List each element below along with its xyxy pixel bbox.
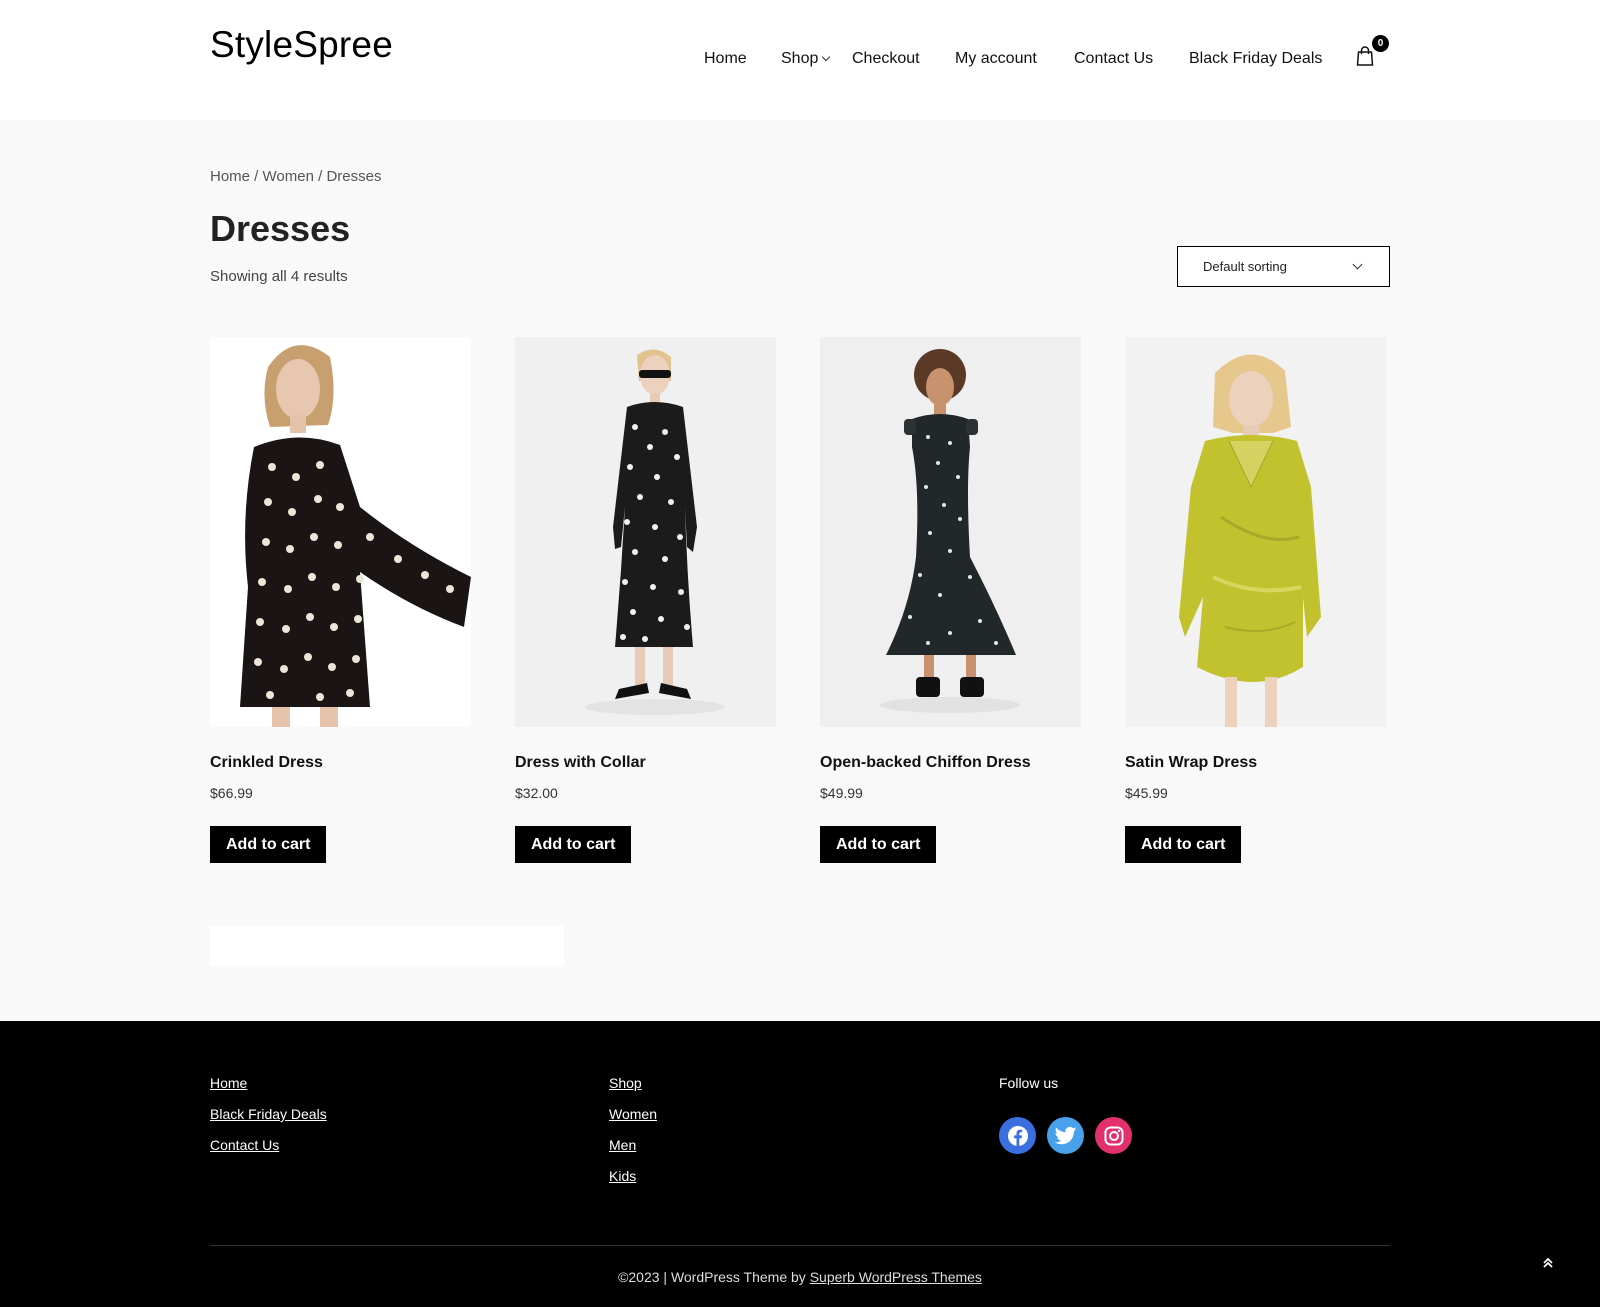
sort-selected-value: Default sorting	[1203, 259, 1287, 274]
nav-item-contact-us[interactable]: Contact Us	[1074, 50, 1153, 68]
nav-label: Checkout	[852, 50, 920, 67]
product-name[interactable]: Open-backed Chiffon Dress	[820, 754, 1031, 772]
twitter-icon	[1054, 1126, 1077, 1144]
product-image[interactable]	[515, 337, 776, 727]
double-chevron-up-icon	[1543, 1257, 1553, 1268]
product-image[interactable]	[210, 337, 471, 727]
product-price: $49.99	[820, 785, 863, 801]
nav-label: Home	[704, 50, 747, 67]
follow-us-label: Follow us	[999, 1075, 1059, 1091]
nav-label: Shop	[781, 50, 819, 67]
product-name[interactable]: Satin Wrap Dress	[1125, 754, 1257, 772]
twitter-link[interactable]	[1047, 1117, 1084, 1154]
empty-widget-area	[210, 926, 564, 966]
nav-item-home[interactable]: Home	[704, 50, 747, 68]
cart-button[interactable]	[1355, 45, 1375, 67]
add-to-cart-button[interactable]: Add to cart	[515, 826, 632, 863]
add-to-cart-button[interactable]: Add to cart	[210, 826, 327, 863]
back-to-top-button[interactable]	[1538, 1253, 1558, 1273]
copyright: ©2023 | WordPress Theme by Superb WordPr…	[0, 1269, 1600, 1285]
product-image[interactable]	[1125, 337, 1386, 727]
nav-item-shop[interactable]: Shop	[781, 50, 831, 68]
footer-link-black-friday-deals[interactable]: Black Friday Deals	[210, 1106, 327, 1123]
result-count: Showing all 4 results	[210, 268, 348, 285]
site-footer: Home Black Friday Deals Contact Us Shop …	[0, 1021, 1600, 1307]
footer-link-women[interactable]: Women	[609, 1106, 657, 1123]
product-price: $32.00	[515, 785, 558, 801]
add-to-cart-button[interactable]: Add to cart	[820, 826, 937, 863]
cart-count-badge: 0	[1372, 35, 1389, 52]
chevron-down-icon	[822, 52, 831, 62]
product-card: Crinkled Dress $66.99 Add to cart	[210, 337, 471, 863]
footer-link-home[interactable]: Home	[210, 1075, 327, 1092]
nav-label: My account	[955, 50, 1037, 67]
copyright-text: ©2023 | WordPress Theme by	[618, 1269, 810, 1285]
nav-label: Black Friday Deals	[1189, 50, 1323, 67]
product-card: Dress with Collar $32.00 Add to cart	[515, 337, 776, 863]
footer-link-shop[interactable]: Shop	[609, 1075, 657, 1092]
footer-link-kids[interactable]: Kids	[609, 1168, 657, 1185]
breadcrumb-separator: /	[250, 168, 263, 185]
shopping-bag-icon	[1356, 46, 1374, 66]
footer-menu-2: Shop Women Men Kids	[609, 1075, 657, 1199]
sort-select[interactable]: Default sorting	[1177, 246, 1390, 287]
breadcrumb-home[interactable]: Home	[210, 168, 250, 185]
nav-item-my-account[interactable]: My account	[955, 50, 1037, 68]
site-header: StyleSpree Home Shop Checkout My account…	[0, 0, 1600, 120]
footer-link-contact-us[interactable]: Contact Us	[210, 1137, 327, 1154]
facebook-link[interactable]	[999, 1117, 1036, 1154]
product-price: $45.99	[1125, 785, 1168, 801]
nav-item-checkout[interactable]: Checkout	[852, 50, 920, 68]
footer-link-men[interactable]: Men	[609, 1137, 657, 1154]
breadcrumb-separator: /	[313, 168, 327, 185]
instagram-icon	[1104, 1126, 1123, 1145]
product-name[interactable]: Dress with Collar	[515, 754, 646, 772]
product-image[interactable]	[820, 337, 1081, 727]
facebook-icon	[1007, 1125, 1028, 1146]
chevron-down-icon	[1352, 259, 1363, 270]
breadcrumb-women[interactable]: Women	[263, 168, 314, 185]
nav-label: Contact Us	[1074, 50, 1154, 67]
breadcrumb: Home / Women / Dresses	[210, 168, 381, 185]
page-title: Dresses	[210, 208, 351, 249]
instagram-link[interactable]	[1095, 1117, 1132, 1154]
product-name[interactable]: Crinkled Dress	[210, 754, 323, 772]
nav-item-black-friday-deals[interactable]: Black Friday Deals	[1189, 50, 1322, 68]
footer-divider	[210, 1245, 1390, 1246]
breadcrumb-current: Dresses	[326, 168, 382, 185]
theme-credit-link[interactable]: Superb WordPress Themes	[810, 1269, 982, 1285]
add-to-cart-button[interactable]: Add to cart	[1125, 826, 1242, 863]
footer-menu-1: Home Black Friday Deals Contact Us	[210, 1075, 327, 1168]
product-card: Open-backed Chiffon Dress $49.99 Add to …	[820, 337, 1081, 863]
product-price: $66.99	[210, 785, 253, 801]
product-card: Satin Wrap Dress $45.99 Add to cart	[1125, 337, 1386, 863]
footer-follow: Follow us	[999, 1075, 1058, 1092]
